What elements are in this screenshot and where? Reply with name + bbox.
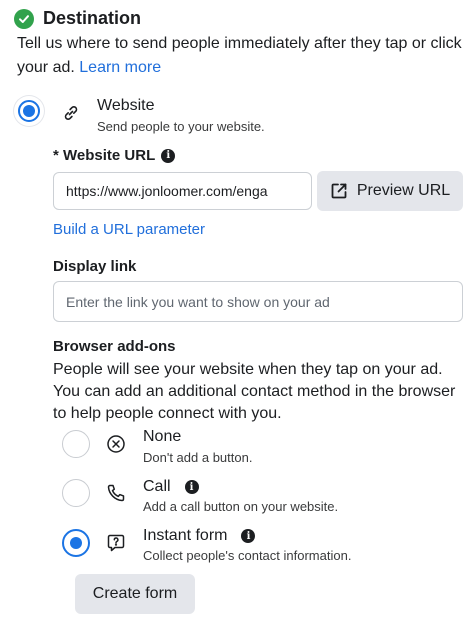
addon-radio-instant-form[interactable] bbox=[62, 529, 90, 557]
addon-none-subtitle: Don't add a button. bbox=[143, 450, 253, 465]
website-option-title: Website bbox=[97, 97, 155, 114]
check-circle-icon bbox=[14, 8, 34, 29]
addon-instant-form-title-row: Instant form i bbox=[143, 527, 256, 545]
website-radio[interactable] bbox=[18, 100, 40, 122]
addon-none-title: None bbox=[143, 428, 182, 445]
preview-url-button[interactable]: Preview URL bbox=[317, 171, 463, 211]
info-icon[interactable]: i bbox=[161, 148, 176, 163]
website-radio-ring[interactable] bbox=[14, 96, 44, 126]
learn-more-link[interactable]: Learn more bbox=[79, 59, 161, 76]
website-url-value: https://www.jonloomer.com/enga bbox=[66, 183, 268, 199]
addon-call-title-row: Call i bbox=[143, 478, 199, 496]
close-circle-icon bbox=[106, 434, 126, 459]
radio-selected-dot bbox=[70, 537, 82, 549]
intro-text: Tell us where to send people immediately… bbox=[17, 32, 467, 80]
display-link-label: Display link bbox=[53, 258, 137, 275]
website-option-subtitle: Send people to your website. bbox=[97, 119, 265, 134]
section-title: Destination bbox=[43, 8, 142, 28]
radio-none[interactable] bbox=[62, 430, 90, 458]
browser-addons-label: Browser add-ons bbox=[53, 338, 176, 355]
build-url-parameter-link[interactable]: Build a URL parameter bbox=[53, 221, 205, 238]
phone-icon bbox=[106, 483, 126, 508]
preview-url-label: Preview URL bbox=[356, 182, 451, 199]
browser-addons-description: People will see your website when they t… bbox=[53, 361, 456, 422]
addon-instant-form-subtitle: Collect people's contact information. bbox=[143, 548, 352, 563]
question-bubble-icon bbox=[106, 533, 126, 558]
external-link-icon bbox=[330, 182, 348, 200]
create-form-button[interactable]: Create form bbox=[75, 574, 195, 614]
create-form-label: Create form bbox=[92, 585, 178, 602]
addon-radio-none[interactable] bbox=[62, 430, 90, 458]
display-link-input[interactable]: Enter the link you want to show on your … bbox=[53, 281, 463, 322]
radio-selected-dot bbox=[23, 105, 35, 117]
info-icon[interactable]: i bbox=[241, 529, 256, 543]
addon-radio-call[interactable] bbox=[62, 479, 90, 507]
info-icon[interactable]: i bbox=[184, 480, 199, 494]
addon-instant-form-title: Instant form bbox=[143, 527, 228, 544]
website-url-label-row: * Website URL i bbox=[53, 147, 176, 164]
section-header: Destination bbox=[14, 8, 141, 29]
display-link-placeholder: Enter the link you want to show on your … bbox=[66, 293, 330, 310]
website-radio-wrapper[interactable] bbox=[14, 96, 44, 126]
website-url-label: * Website URL bbox=[53, 147, 156, 164]
radio-call[interactable] bbox=[62, 479, 90, 507]
website-url-input[interactable]: https://www.jonloomer.com/enga bbox=[53, 172, 312, 210]
link-icon bbox=[61, 103, 81, 128]
addon-call-title: Call bbox=[143, 478, 171, 495]
addon-call-subtitle: Add a call button on your website. bbox=[143, 499, 339, 514]
radio-instant-form[interactable] bbox=[62, 529, 90, 557]
